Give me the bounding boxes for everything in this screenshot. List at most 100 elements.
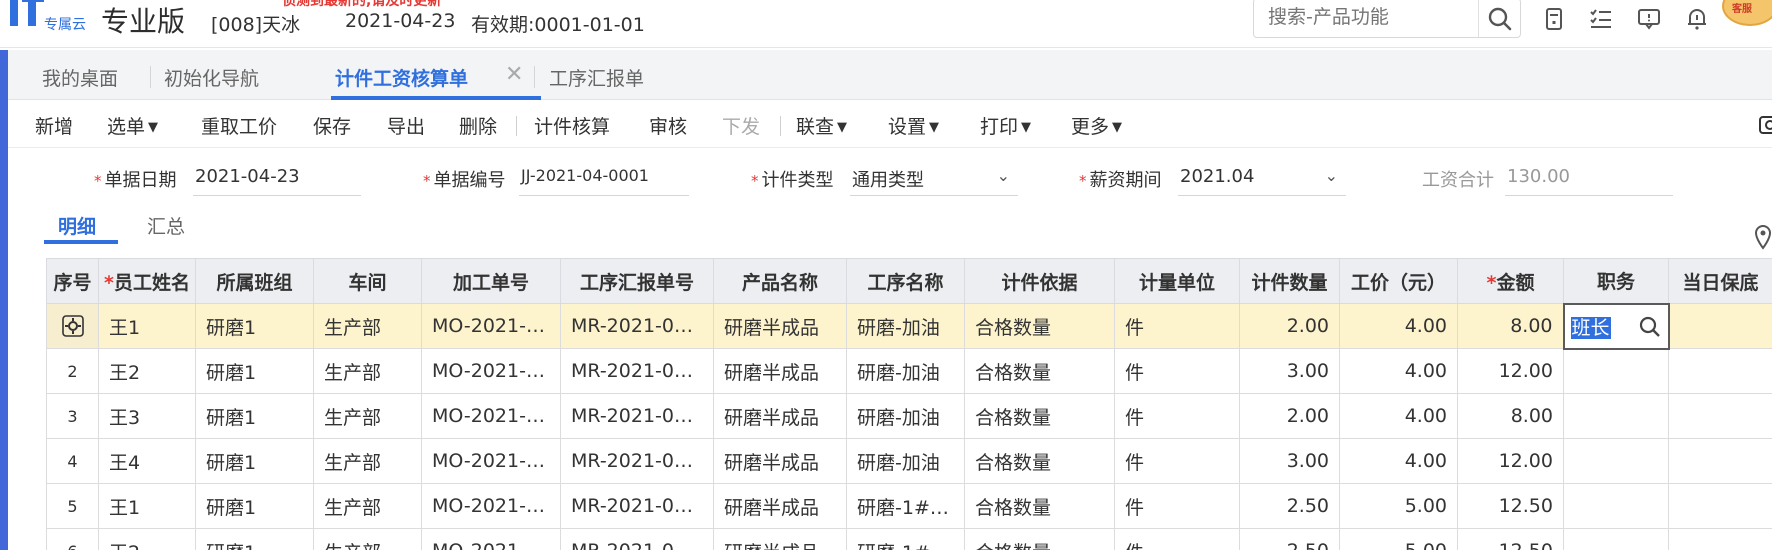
cell-employee[interactable]: 王2 bbox=[98, 528, 196, 550]
col-amount[interactable]: *金额 bbox=[1457, 258, 1564, 304]
cell-price[interactable]: 5.00 bbox=[1339, 528, 1458, 550]
print-menu[interactable]: 打印 ▼ bbox=[980, 112, 1031, 139]
cell-position[interactable]: 班长 bbox=[1562, 302, 1670, 350]
cell-basis[interactable]: 合格数量 bbox=[964, 438, 1115, 484]
cell-basis[interactable]: 合格数量 bbox=[964, 528, 1115, 550]
cell-workshop[interactable]: 生产部 bbox=[313, 303, 422, 349]
cell-work-order[interactable]: MO-2021-0… bbox=[421, 438, 561, 484]
table-row[interactable]: 王1 研磨1 生产部 MO-2021-0… MR-2021-04… 研磨半成品 研磨-加油合… bbox=[46, 302, 1772, 350]
delete-button[interactable]: 删除 bbox=[459, 112, 497, 139]
calculator-icon[interactable] bbox=[1541, 6, 1567, 32]
cell-amount[interactable]: 12.50 bbox=[1457, 483, 1564, 529]
cell-unit[interactable]: 件 bbox=[1114, 528, 1240, 550]
cell-unit[interactable]: 件 bbox=[1114, 303, 1240, 349]
cell-product[interactable]: 研磨半成品 bbox=[713, 528, 847, 550]
cell-process[interactable]: 研磨-加油 bbox=[846, 438, 965, 484]
cell-product[interactable]: 研磨半成品 bbox=[713, 483, 847, 529]
cell-price[interactable]: 4.00 bbox=[1339, 348, 1458, 394]
cell-price[interactable]: 4.00 bbox=[1339, 393, 1458, 439]
cell-qty[interactable]: 3.00 bbox=[1239, 348, 1340, 394]
cell-work-order[interactable]: MO-2021-0… bbox=[421, 303, 561, 349]
save-button[interactable]: 保存 bbox=[313, 112, 351, 139]
table-row[interactable]: 3 王3 研磨1 生产部 MO-2021-0… MR-2021-04… 研磨半成品 研磨-加油… bbox=[46, 393, 1772, 439]
col-team[interactable]: 所属班组 bbox=[195, 258, 314, 304]
row-gear-icon[interactable] bbox=[61, 315, 84, 337]
tab-summary[interactable]: 汇总 bbox=[147, 212, 185, 239]
close-tab-icon[interactable]: ✕ bbox=[505, 62, 523, 87]
col-qty[interactable]: 计件数量 bbox=[1239, 258, 1340, 304]
col-position[interactable]: 职务 bbox=[1563, 258, 1669, 304]
col-unit[interactable]: 计量单位 bbox=[1114, 258, 1240, 304]
cell-report-no[interactable]: MR-2021-04… bbox=[560, 483, 714, 529]
tab-my-desktop[interactable]: 我的桌面 bbox=[42, 64, 118, 91]
cell-basis[interactable]: 合格数量 bbox=[964, 393, 1115, 439]
cell-position[interactable] bbox=[1563, 348, 1669, 394]
cell-workshop[interactable]: 生产部 bbox=[313, 393, 422, 439]
col-report-no[interactable]: 工序汇报单号 bbox=[560, 258, 714, 304]
cell-work-order[interactable]: MO-2021-0… bbox=[421, 528, 561, 550]
cell-team[interactable]: 研磨1 bbox=[195, 528, 314, 550]
cell-amount[interactable]: 12.50 bbox=[1457, 528, 1564, 550]
task-list-icon[interactable] bbox=[1588, 6, 1614, 32]
cell-amount[interactable]: 8.00 bbox=[1457, 303, 1564, 349]
settings-menu[interactable]: 设置 ▼ bbox=[888, 112, 939, 139]
cell-basis[interactable]: 合格数量 bbox=[964, 483, 1115, 529]
cell-product[interactable]: 研磨半成品 bbox=[713, 438, 847, 484]
col-process[interactable]: 工序名称 bbox=[846, 258, 965, 304]
position-editor-value[interactable]: 班长 bbox=[1570, 316, 1611, 339]
cell-qty[interactable]: 2.00 bbox=[1239, 303, 1340, 349]
cell-same-day[interactable] bbox=[1668, 528, 1772, 550]
cell-product[interactable]: 研磨半成品 bbox=[713, 348, 847, 394]
table-row[interactable]: 2 王2 研磨1 生产部 MO-2021-0… MR-2021-04… 研磨半成品 研磨-加油… bbox=[46, 348, 1772, 394]
cell-price[interactable]: 4.00 bbox=[1339, 438, 1458, 484]
message-icon[interactable] bbox=[1636, 6, 1662, 32]
row-settings-cell[interactable] bbox=[46, 303, 99, 349]
cell-team[interactable]: 研磨1 bbox=[195, 438, 314, 484]
table-row[interactable]: 5 王1 研磨1 生产部 MO-2021-0… MR-2021-04… 研磨半成品 研磨-1#… bbox=[46, 483, 1772, 529]
tab-piece-wage[interactable]: 计件工资核算单 bbox=[335, 64, 468, 91]
pay-period-select[interactable]: 2021.04 ⌄ bbox=[1178, 162, 1346, 196]
account-name[interactable]: [008]天冰 bbox=[211, 10, 300, 37]
cell-team[interactable]: 研磨1 bbox=[195, 393, 314, 439]
col-workshop[interactable]: 车间 bbox=[313, 258, 422, 304]
cell-qty[interactable]: 3.00 bbox=[1239, 438, 1340, 484]
location-pin-icon[interactable] bbox=[1754, 224, 1772, 250]
cell-employee[interactable]: 王2 bbox=[98, 348, 196, 394]
table-row[interactable]: 6王2研磨1生产部MO-2021-0…MR-2021-04…研磨半成品研磨-1#… bbox=[46, 528, 1772, 550]
cell-workshop[interactable]: 生产部 bbox=[313, 483, 422, 529]
bell-icon[interactable] bbox=[1684, 6, 1710, 32]
cell-employee[interactable]: 王1 bbox=[98, 303, 196, 349]
cell-report-no[interactable]: MR-2021-04… bbox=[560, 438, 714, 484]
cell-report-no[interactable]: MR-2021-04… bbox=[560, 348, 714, 394]
table-row[interactable]: 4 王4 研磨1 生产部 MO-2021-0… MR-2021-04… 研磨半成品 研磨-加油… bbox=[46, 438, 1772, 484]
cell-amount[interactable]: 12.00 bbox=[1457, 348, 1564, 394]
issue-button[interactable]: 下发 bbox=[722, 112, 760, 139]
cell-same-day[interactable] bbox=[1668, 348, 1772, 394]
audit-button[interactable]: 审核 bbox=[649, 112, 687, 139]
cell-same-day[interactable] bbox=[1668, 303, 1772, 349]
cell-product[interactable]: 研磨半成品 bbox=[713, 303, 847, 349]
tab-detail[interactable]: 明细 bbox=[58, 212, 96, 239]
search-input[interactable] bbox=[1268, 1, 1468, 33]
refetch-price-button[interactable]: 重取工价 bbox=[201, 112, 277, 139]
cell-position[interactable] bbox=[1563, 483, 1669, 529]
cell-employee[interactable]: 王1 bbox=[98, 483, 196, 529]
cell-amount[interactable]: 8.00 bbox=[1457, 393, 1564, 439]
cell-process[interactable]: 研磨-加油 bbox=[846, 393, 965, 439]
piece-type-select[interactable]: 通用类型 ⌄ bbox=[850, 162, 1018, 196]
select-doc-menu[interactable]: 选单 ▼ bbox=[107, 112, 158, 139]
tab-init-guide[interactable]: 初始化导航 bbox=[164, 64, 259, 91]
cell-position[interactable] bbox=[1563, 528, 1669, 550]
cell-position[interactable] bbox=[1563, 438, 1669, 484]
cell-unit[interactable]: 件 bbox=[1114, 348, 1240, 394]
add-button[interactable]: 新增 bbox=[35, 112, 73, 139]
lookup-search-icon[interactable] bbox=[1638, 315, 1662, 339]
col-employee[interactable]: *员工姓名 bbox=[98, 258, 196, 304]
cell-employee[interactable]: 王4 bbox=[98, 438, 196, 484]
doc-no-field[interactable]: JJ-2021-04-0001 bbox=[519, 162, 689, 196]
cell-team[interactable]: 研磨1 bbox=[195, 483, 314, 529]
update-banner[interactable]: 侦测到最新的,请及时更新 bbox=[282, 0, 441, 10]
col-same-day[interactable]: 当日保底 bbox=[1668, 258, 1772, 304]
cell-same-day[interactable] bbox=[1668, 438, 1772, 484]
customer-service-avatar[interactable]: 客服 bbox=[1722, 0, 1772, 26]
